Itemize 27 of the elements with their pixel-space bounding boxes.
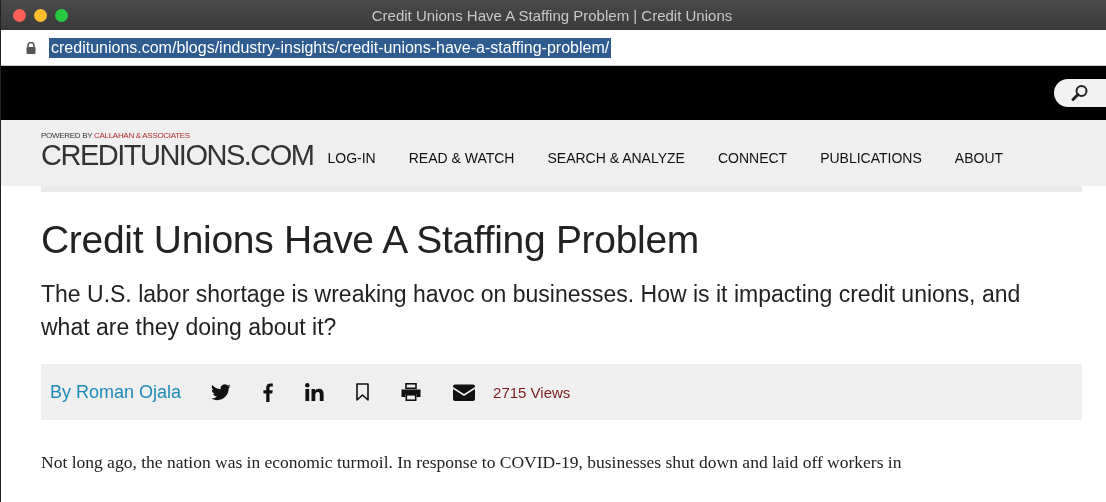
lock-icon [26,41,36,54]
close-button[interactable] [13,8,26,22]
site-logo[interactable]: CREDITUNIONS.COM [41,139,314,170]
address-field[interactable]: creditunions.com/blogs/industry-insights/credit-unions-have-a-staffing-problem/ [49,37,612,58]
facebook-icon[interactable] [263,382,274,402]
nav-link[interactable]: PUBLICATIONS [820,150,922,166]
nav-link[interactable]: LOG-IN [327,150,376,166]
article-subtitle: The U.S. labor shortage is wreaking havoc on businesses. How is it impacting credit unions, and what are they doing about it? [41,280,1022,342]
printer-icon[interactable] [401,383,422,401]
search-icon [1070,83,1090,103]
linkedin-icon[interactable] [305,383,325,401]
minimize-button[interactable] [34,8,47,22]
nav-link[interactable]: READ & WATCH [408,150,515,166]
nav-link[interactable]: CONNECT [717,150,788,166]
article-paragraph: Not long ago, the nation was in economic turmoil. In response to COVID-19, businesses shut down and laid off workers in [41,452,903,473]
article-title: Credit Unions Have A Staffing Problem [41,218,701,262]
logo-tagline: POWERED BY [41,130,93,140]
window-title: Credit Unions Have A Staffing Problem | Credit Unions [371,6,734,24]
logo-brand: CALLAHAN & ASSOCIATES [94,130,190,140]
view-count: 2715 Views [493,383,571,401]
envelope-icon[interactable] [453,383,476,401]
nav-link[interactable]: SEARCH & ANALYZE [547,150,685,166]
bird-icon[interactable] [211,383,232,401]
bookmark-icon[interactable] [356,383,370,401]
search-button[interactable] [1054,79,1106,107]
nav-link[interactable]: ABOUT [954,150,1004,166]
zoom-button[interactable] [55,8,68,22]
